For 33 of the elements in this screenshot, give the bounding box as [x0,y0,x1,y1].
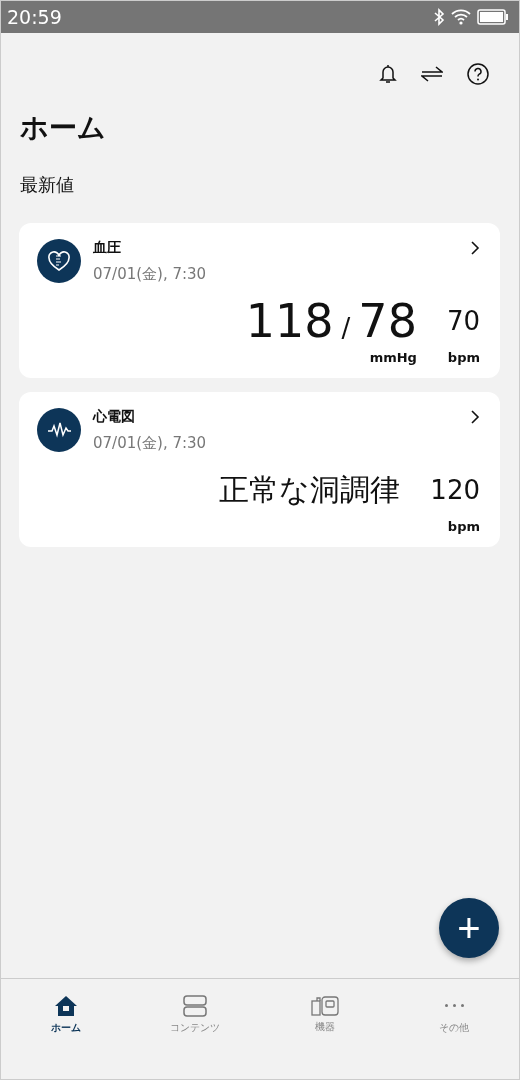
wifi-icon [451,9,471,25]
ecg-result: 正常な洞調律 [219,471,401,509]
devices-icon [310,996,339,1016]
pulse-value: 70 [446,305,480,338]
unit-label: bpm [447,519,480,535]
unit-label: bpm [447,350,480,366]
nav-tab[interactable]: ホーム [1,979,131,1051]
measurement-card[interactable]: 心電図 07/01(金), 7:30 正常な洞調律 120 bpm [19,392,500,547]
swap-arrows-icon[interactable] [421,65,443,83]
measurement-date: 07/01(金), 7:30 [93,434,208,453]
measurement-date: 07/01(金), 7:30 [93,265,208,284]
card-title: 心電図 [93,408,136,426]
pulse-value: 120 [430,474,480,507]
status-time: 20:59 [7,6,62,28]
section-heading: 最新値 [20,173,75,197]
add-button[interactable]: + [439,898,499,958]
systolic-value: 118 [245,294,334,348]
more-icon [444,1004,464,1007]
help-icon[interactable] [467,63,489,85]
diastolic-value: 78 [358,294,417,348]
page-title: ホーム [20,110,107,146]
stacked-panels-icon [183,995,208,1017]
separator: / [341,313,351,343]
battery-icon [477,9,509,25]
home-icon [53,995,78,1017]
chevron-right-icon [471,410,480,424]
heartbeat-icon [37,408,81,452]
bell-icon[interactable] [379,64,397,84]
bluetooth-icon [433,8,445,26]
card-title: 血圧 [93,239,122,257]
chevron-right-icon [471,241,480,255]
unit-label: mmHg [369,350,417,366]
measurement-card[interactable]: 血圧 07/01(金), 7:30 118 / 78 mmHg 70 bpm [19,223,500,378]
